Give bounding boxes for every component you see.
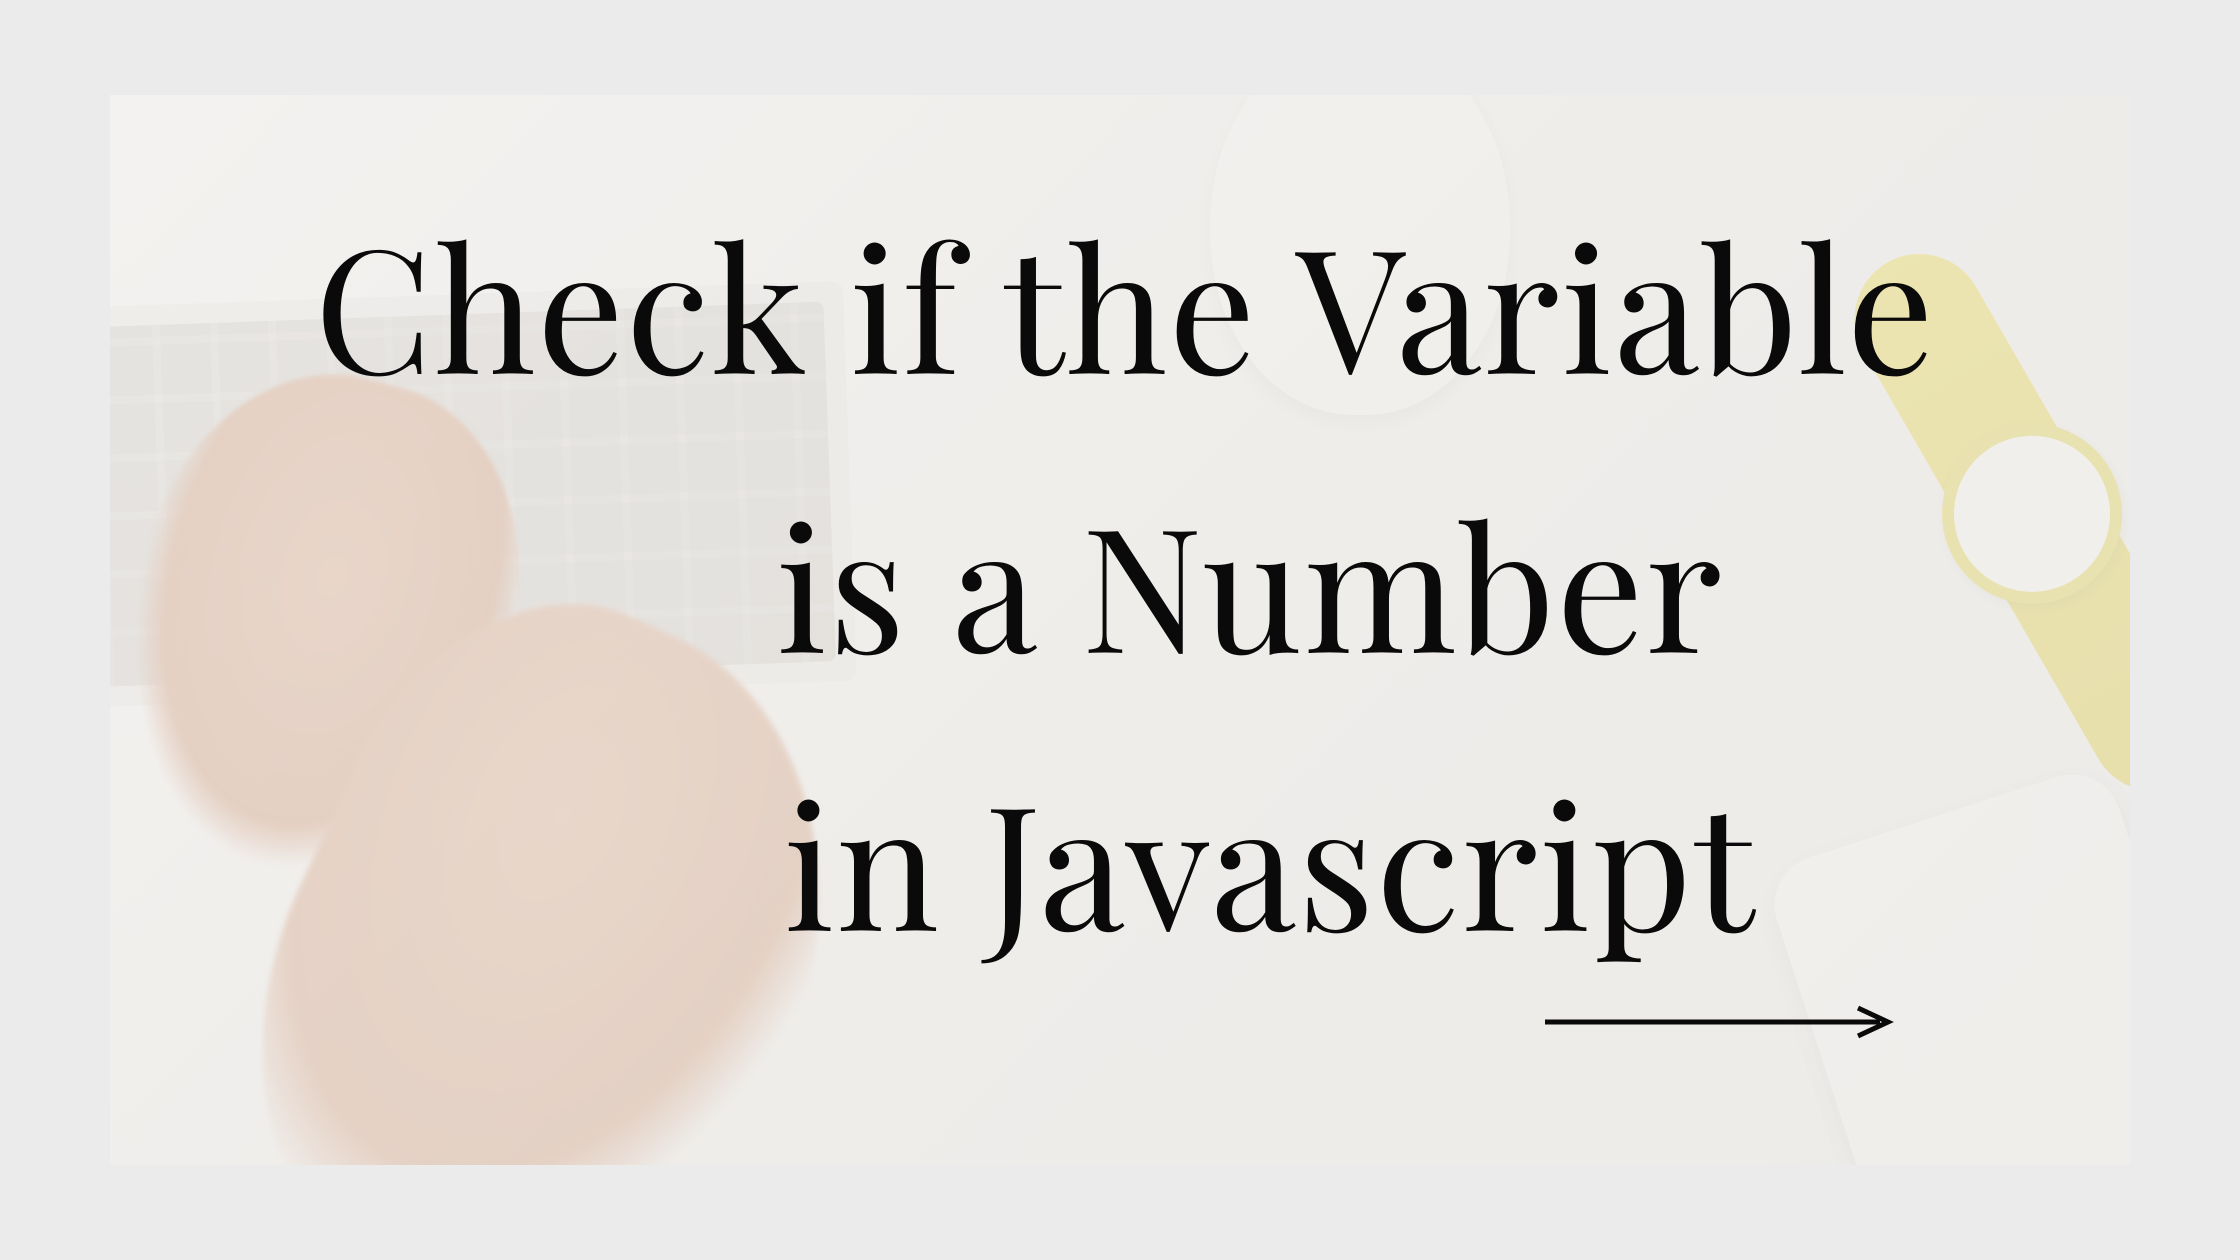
slide-title: Check if the Variable is a Number in Jav… [110,165,2130,1001]
slide-canvas: Check if the Variable is a Number in Jav… [110,95,2130,1165]
title-line-1: Check if the Variable [110,165,2130,444]
title-line-3: in Javascript [110,722,2130,1001]
title-line-2: is a Number [110,444,2130,723]
slide-frame: Check if the Variable is a Number in Jav… [0,0,2240,1260]
arrow-right-icon [1540,1002,1900,1047]
